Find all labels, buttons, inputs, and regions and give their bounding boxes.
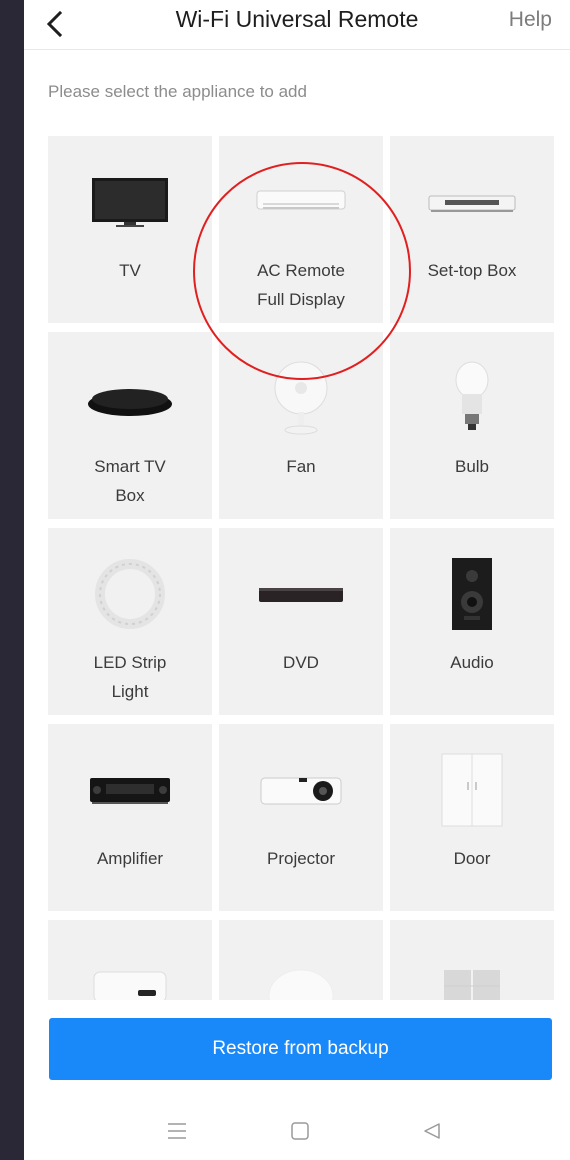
page-title: Wi-Fi Universal Remote [175, 6, 419, 32]
appliance-projector[interactable]: Projector [219, 724, 383, 911]
appliance-smart-tv-box[interactable]: Smart TV Box [48, 332, 212, 519]
led-strip-icon [48, 556, 212, 632]
appliance-label: Smart TV Box [94, 457, 166, 505]
smart-tv-box-icon [48, 360, 212, 436]
appliance-amplifier[interactable]: Amplifier [48, 724, 212, 911]
appliance-dvd[interactable]: DVD [219, 528, 383, 715]
help-link[interactable]: Help [509, 8, 552, 32]
home-button[interactable] [287, 1118, 313, 1144]
bulb-icon [390, 360, 554, 436]
appliance-label: Bulb [454, 457, 490, 476]
highlight-circle [193, 162, 411, 380]
appliance-door[interactable]: Door [390, 724, 554, 911]
set-top-box-icon [390, 164, 554, 240]
instruction-text: Please select the appliance to add [48, 82, 307, 101]
header-bar: Wi-Fi Universal Remote Help [24, 0, 570, 50]
appliance-audio[interactable]: Audio [390, 528, 554, 715]
dvd-icon [219, 556, 383, 632]
appliance-item-15[interactable] [390, 920, 554, 1000]
appliance-label: Set-top Box [427, 261, 517, 280]
appliance-label: Door [453, 849, 491, 868]
humidifier-icon [219, 948, 383, 1000]
appliance-set-top-box[interactable]: Set-top Box [390, 136, 554, 323]
appliance-label: LED Strip Light [93, 653, 167, 701]
amplifier-icon [48, 752, 212, 828]
appliance-item-13[interactable] [48, 920, 212, 1000]
appliance-led-strip-light[interactable]: LED Strip Light [48, 528, 212, 715]
appliance-bulb[interactable]: Bulb [390, 332, 554, 519]
speaker-icon [390, 556, 554, 632]
door-icon [390, 752, 554, 828]
menu-icon [168, 1123, 186, 1139]
appliance-tv[interactable]: TV [48, 136, 212, 323]
tv-icon [48, 164, 212, 240]
back-triangle-icon [424, 1123, 440, 1139]
home-square-icon [291, 1122, 309, 1140]
appliance-label: DVD [283, 653, 319, 672]
system-back-button[interactable] [419, 1118, 445, 1144]
restore-from-backup-button[interactable]: Restore from backup [49, 1018, 552, 1080]
appliance-label: Audio [450, 653, 494, 672]
water-heater-icon [48, 948, 212, 1000]
appliance-label: TV [119, 261, 141, 280]
appliance-label: Fan [286, 457, 316, 476]
appliance-label: Amplifier [96, 849, 164, 868]
appliance-item-14[interactable] [219, 920, 383, 1000]
appliance-label: Projector [266, 849, 336, 868]
screen-frame: Wi-Fi Universal Remote Help Please selec… [0, 0, 570, 1160]
system-nav-bar [24, 1108, 570, 1154]
restore-button-label: Restore from backup [212, 1038, 389, 1059]
switch-icon [390, 948, 554, 1000]
menu-button[interactable] [164, 1118, 190, 1144]
projector-icon [219, 752, 383, 828]
